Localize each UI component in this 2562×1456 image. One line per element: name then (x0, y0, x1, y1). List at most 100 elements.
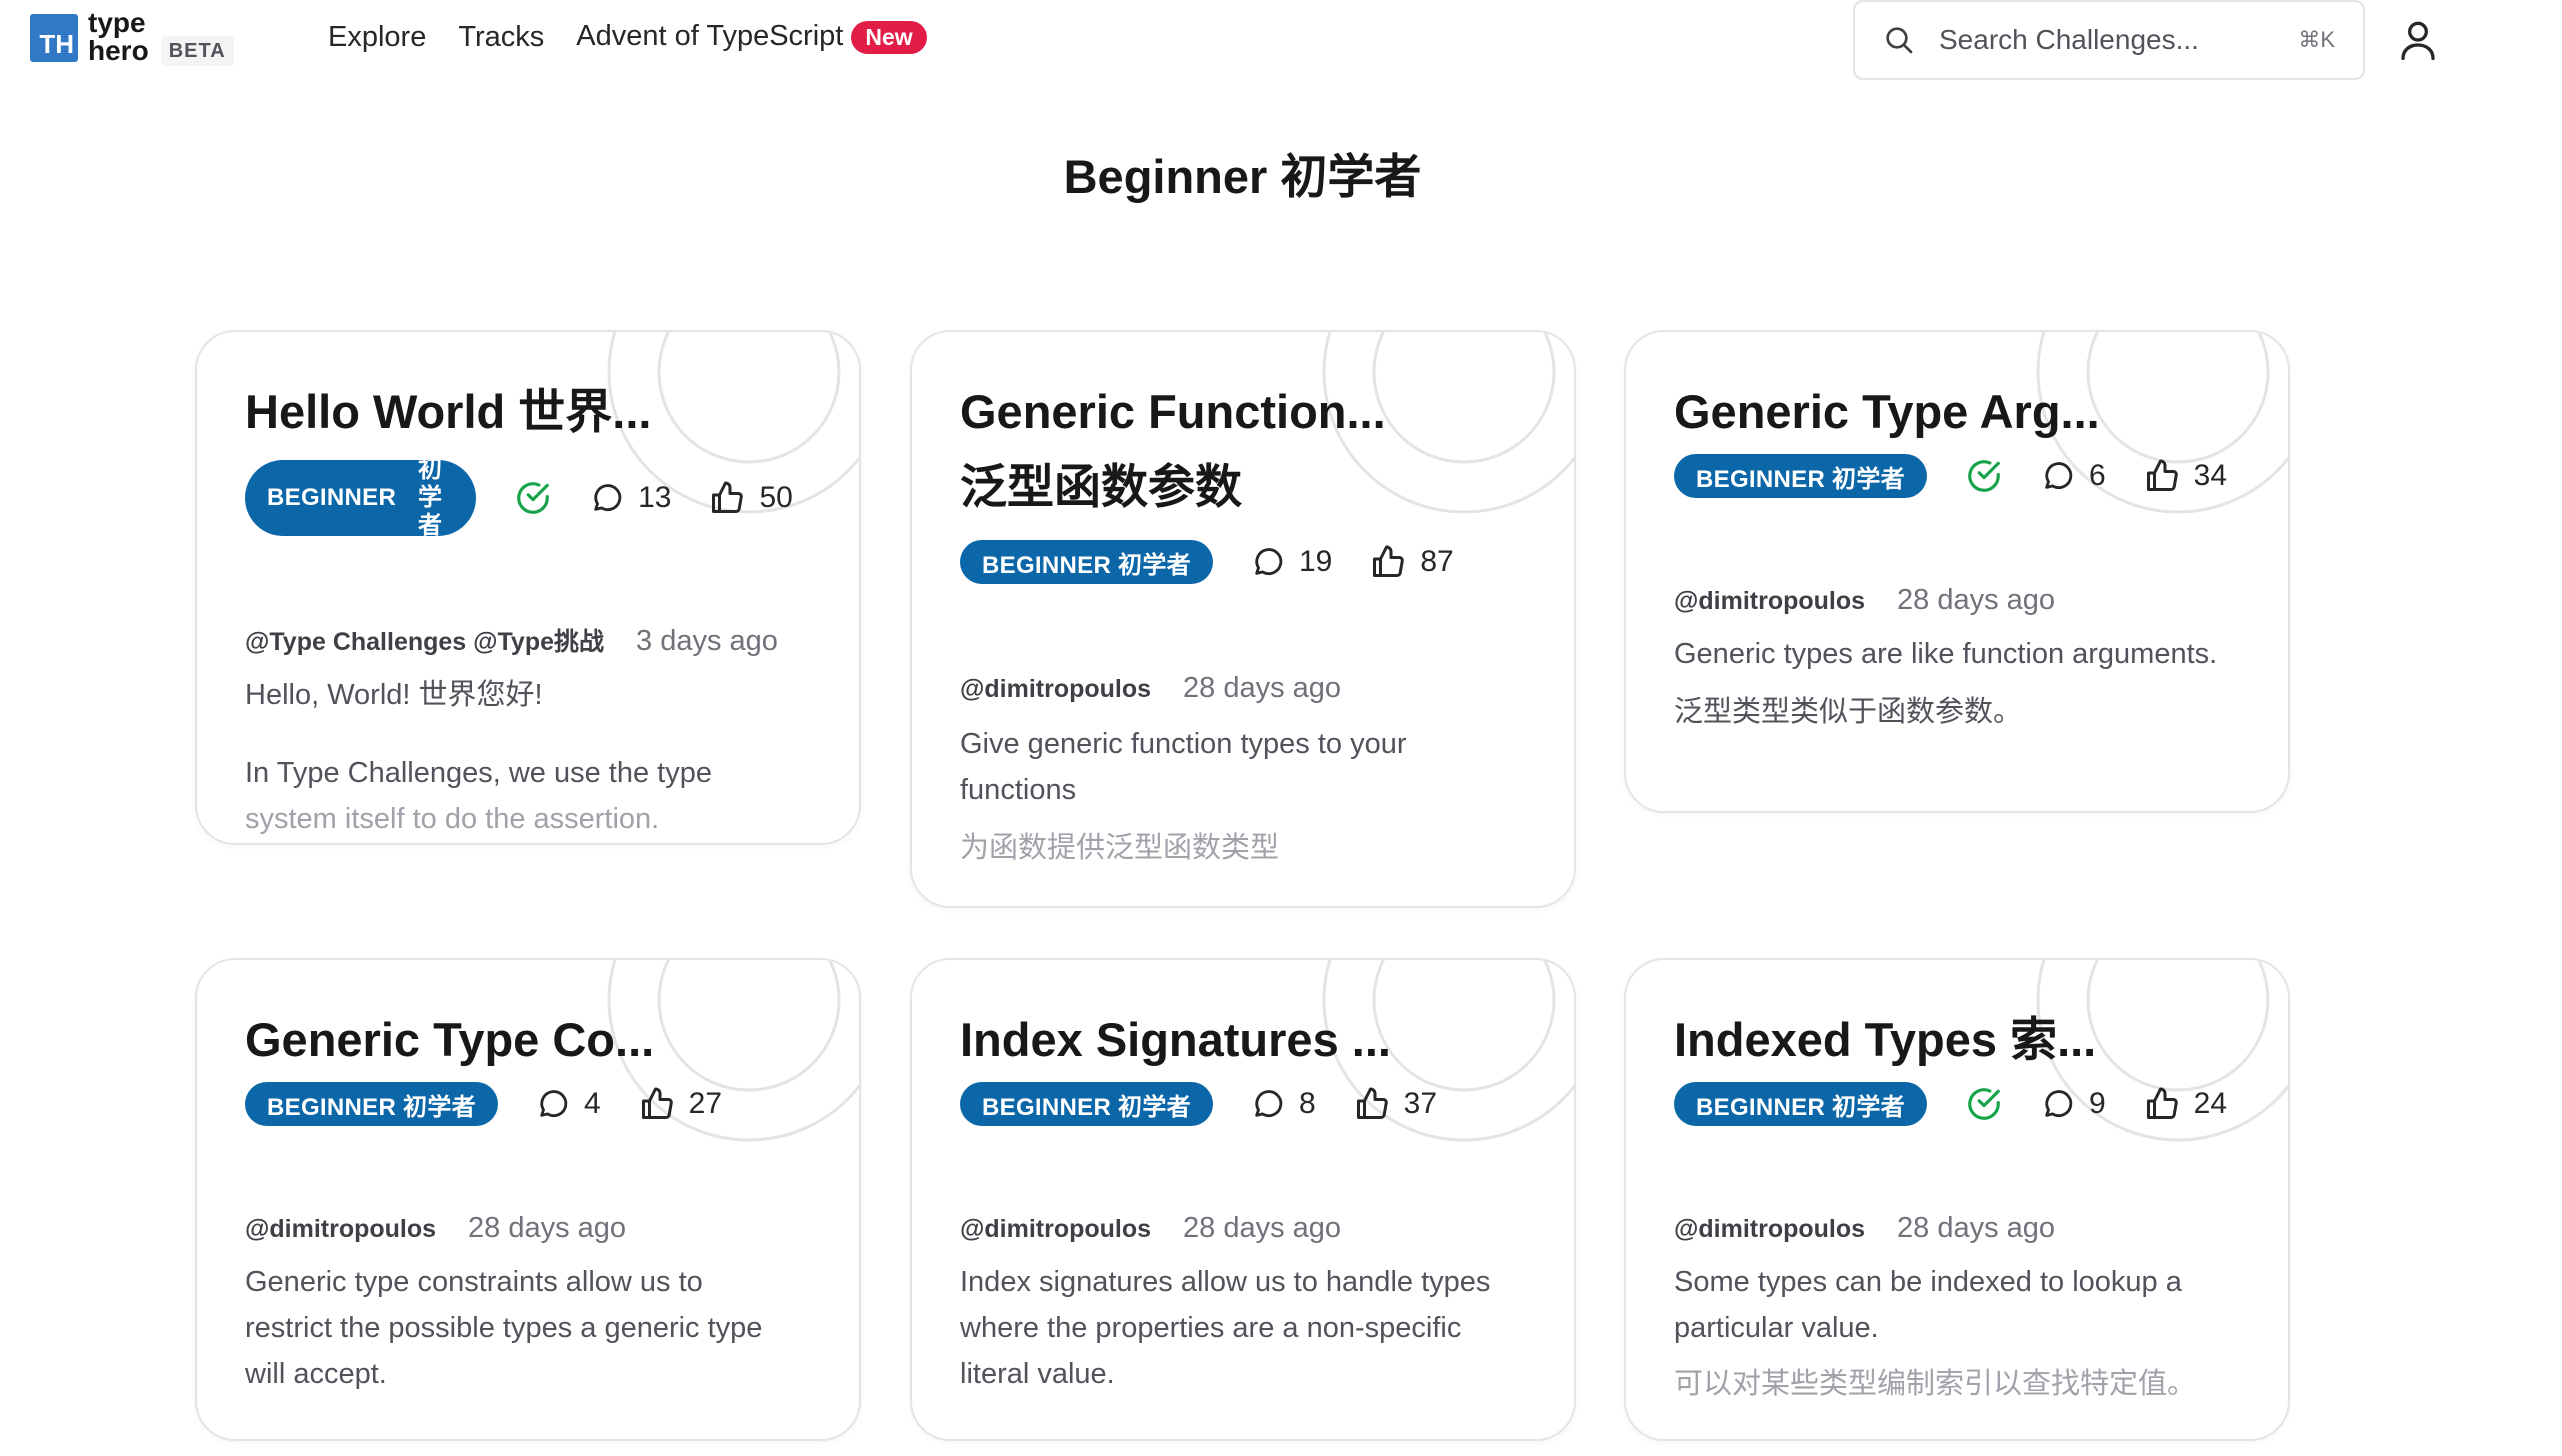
difficulty-label-cn: 初学 者 (406, 456, 454, 540)
completed-check-icon (1965, 457, 2003, 495)
card-time: 3 days ago (636, 625, 778, 657)
card-title: Hello World 世界... (245, 385, 652, 438)
comment-count: 9 (2041, 1087, 2106, 1121)
upvote-count-value: 87 (1420, 545, 1454, 578)
challenge-card-indexed-types[interactable]: Indexed Types 索... BEGINNER 初学者 9 24 @di… (1624, 958, 2290, 1441)
card-description: Generic types are like function argument… (1674, 638, 2218, 670)
upvote-count: 37 (1354, 1086, 1437, 1122)
thumbs-up-icon (641, 1087, 673, 1119)
card-title: Generic Type Arg... (1674, 385, 2100, 438)
logo[interactable]: TH type hero BETA (30, 7, 234, 66)
upvote-count-value: 24 (2193, 1087, 2228, 1120)
comment-count-value: 9 (2088, 1087, 2106, 1120)
comment-icon (2045, 462, 2073, 490)
thumbs-up-icon (2146, 459, 2178, 491)
search-button[interactable]: Search Challenges... ⌘K (1853, 0, 2365, 80)
difficulty-badge: BEGINNER 初学者 (960, 540, 1213, 584)
difficulty-label: BEGINNER (267, 484, 397, 511)
upvote-count: 27 (639, 1086, 722, 1122)
card-description: Index signatures allow us to handle type… (960, 1266, 1491, 1298)
card-title: Generic Type Co... (245, 1013, 655, 1066)
card-description: Some types can be indexed to lookup a (1674, 1266, 2182, 1298)
comment-icon (594, 484, 622, 512)
beta-badge: BETA (160, 36, 234, 66)
nav-advent-label: Advent of TypeScript (576, 20, 844, 52)
difficulty-badge: BEGINNER 初学者 (1674, 1082, 1927, 1126)
comment-count: 13 (590, 481, 671, 515)
card-description: Generic type constraints allow us to (245, 1266, 703, 1298)
card-description: Hello, World! 世界您好! (245, 679, 543, 711)
card-description-3: 可以对某些类型编制索引以查找特定值。 (1674, 1368, 2197, 1400)
search-shortcut: ⌘K (2298, 27, 2335, 52)
difficulty-badge: BEGINNER 初学者 (960, 1082, 1213, 1126)
comment-count: 8 (1251, 1087, 1316, 1121)
card-description-3: will accept. (245, 1358, 387, 1390)
upvote-count-value: 34 (2193, 459, 2228, 492)
card-author: @dimitropoulos (960, 675, 1152, 703)
comment-count: 4 (536, 1087, 601, 1121)
card-title: Index Signatures ... (960, 1013, 1391, 1066)
card-time: 28 days ago (468, 1212, 627, 1244)
challenge-card-generic-type-constraints[interactable]: Generic Type Co... BEGINNER 初学者 4 27 @di… (195, 958, 861, 1441)
logo-line-1: type (88, 7, 146, 38)
card-description-3: literal value. (960, 1358, 1115, 1390)
comment-count-value: 8 (1298, 1087, 1316, 1120)
comment-count-value: 19 (1298, 545, 1333, 578)
card-author: @dimitropoulos (960, 1215, 1152, 1243)
challenge-card-hello-world[interactable]: Hello World 世界... BEGINNER 初学 者 13 50 @T… (195, 330, 861, 845)
new-badge: New (851, 21, 927, 54)
card-author: @Type Challenges @Type挑战 (245, 628, 605, 656)
completed-check-icon (514, 479, 552, 517)
comment-count-value: 6 (2088, 459, 2106, 492)
upvote-count: 24 (2144, 1086, 2227, 1122)
card-time: 28 days ago (1183, 1212, 1342, 1244)
nav-explore[interactable]: Explore (328, 21, 426, 54)
card-time: 28 days ago (1897, 584, 2056, 616)
comment-count: 19 (1251, 545, 1332, 579)
logo-text: type hero BETA (88, 7, 234, 66)
comment-icon (1255, 548, 1283, 576)
completed-check-icon (1965, 1085, 2003, 1123)
difficulty-badge: BEGINNER 初学 者 (245, 456, 477, 539)
card-description-3: system itself to do the assertion. (245, 803, 660, 835)
card-description-2: particular value. (1674, 1312, 1879, 1344)
card-author: @dimitropoulos (1674, 587, 1866, 615)
card-title: Generic Function... (960, 385, 1386, 438)
challenge-card-generic-function[interactable]: Generic Function... 泛型函数参数 BEGINNER 初学者 … (910, 330, 1576, 908)
main-nav: Explore Tracks Advent of TypeScript New (328, 20, 927, 54)
card-description-2: In Type Challenges, we use the type (245, 757, 712, 789)
search-icon (1886, 27, 1913, 54)
thumbs-up-icon (712, 481, 744, 513)
card-title-line-2: 泛型函数参数 (960, 460, 1242, 513)
upvote-count: 34 (2144, 458, 2227, 494)
comment-count-value: 4 (583, 1087, 601, 1120)
card-author: @dimitropoulos (1674, 1215, 1866, 1243)
top-nav: TH type hero BETA Explore Tracks Advent … (0, 0, 2562, 80)
card-description: Give generic function types to your (960, 728, 1407, 760)
difficulty-badge: BEGINNER 初学者 (1674, 454, 1927, 498)
thumbs-up-icon (1356, 1087, 1388, 1119)
comment-count-value: 13 (638, 481, 672, 514)
challenge-card-generic-type-arguments[interactable]: Generic Type Arg... BEGINNER 初学者 6 34 @d… (1624, 330, 2290, 813)
comment-icon (540, 1090, 568, 1118)
card-time: 28 days ago (1897, 1212, 2056, 1244)
search-placeholder: Search Challenges... (1939, 24, 2199, 55)
page-title: Beginner 初学者 (1063, 150, 1422, 203)
card-time: 28 days ago (1183, 672, 1342, 704)
card-description-2: functions (960, 774, 1077, 806)
upvote-count: 50 (709, 480, 793, 516)
logo-mark: TH (30, 14, 78, 62)
logo-line-2: hero (88, 35, 149, 66)
comment-count: 6 (2041, 459, 2106, 493)
nav-tracks[interactable]: Tracks (458, 21, 544, 54)
comment-icon (1255, 1090, 1283, 1118)
page: TH type hero BETA Explore Tracks Advent … (0, 0, 2562, 1456)
difficulty-badge: BEGINNER 初学者 (245, 1082, 498, 1126)
user-menu-button[interactable] (2398, 18, 2438, 62)
upvote-count-value: 27 (688, 1087, 723, 1120)
difficulty-label-cn-line-1: 初学 (417, 456, 443, 511)
card-title: Indexed Types 索... (1674, 1013, 2097, 1066)
upvote-count-value: 50 (759, 481, 793, 514)
nav-advent-of-typescript[interactable]: Advent of TypeScript New (576, 20, 927, 54)
challenge-card-index-signatures[interactable]: Index Signatures ... BEGINNER 初学者 8 37 @… (910, 958, 1576, 1441)
